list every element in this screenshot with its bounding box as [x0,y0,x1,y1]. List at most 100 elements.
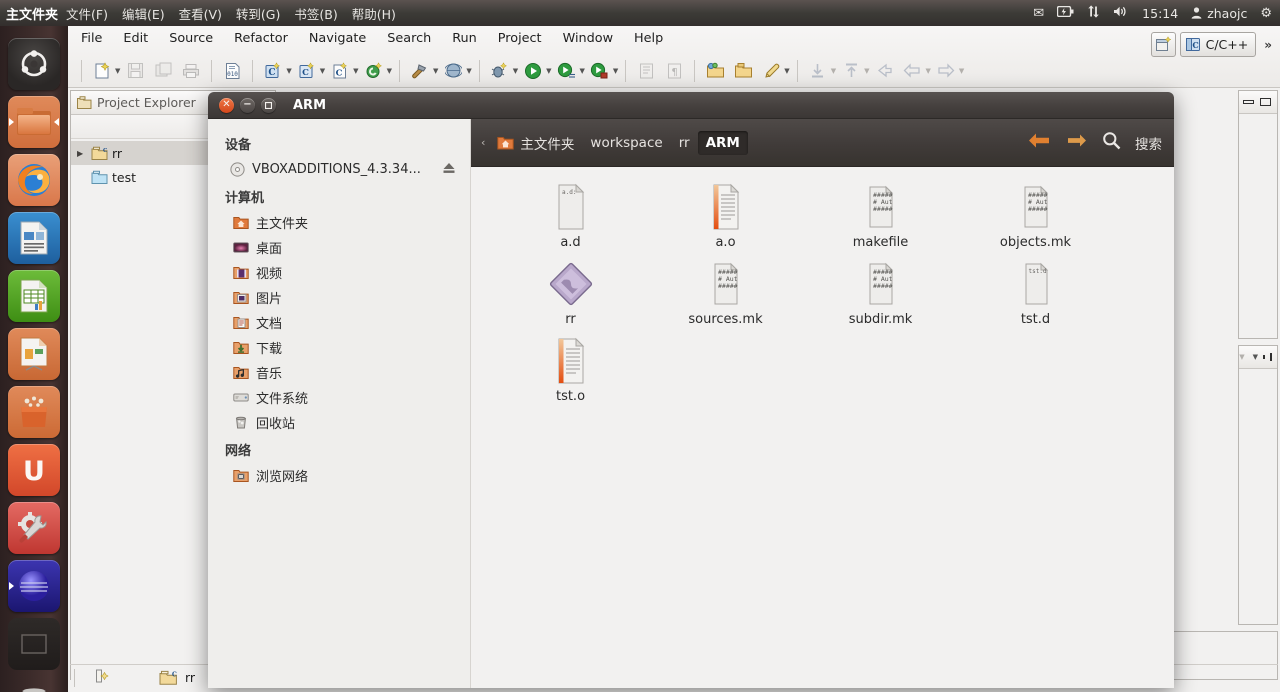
build-dropdown-icon[interactable]: ▼ [433,67,438,75]
new-class-dropdown-icon[interactable]: ▼ [387,67,392,75]
eclipse-menu-navigate[interactable]: Navigate [309,31,366,46]
new-c-project-button[interactable]: C [260,58,286,84]
run-dropdown-icon[interactable]: ▼ [546,67,551,75]
eclipse-menu-file[interactable]: File [81,31,102,46]
file-item-tst-d[interactable]: tst.d tst.d [958,260,1113,337]
menu-bookmarks[interactable]: 书签(B) [294,4,337,23]
minimize-view-icon[interactable] [1263,355,1265,359]
maximize-view-icon[interactable] [1270,353,1272,361]
new-c-project-dropdown-icon[interactable]: ▼ [286,67,291,75]
eject-icon[interactable] [442,161,456,179]
breadcrumb-overflow-icon[interactable]: ‹ [477,136,489,149]
binary-file-button[interactable]: 010 [219,58,245,84]
debug-dropdown-icon[interactable]: ▼ [513,67,518,75]
menu-help[interactable]: 帮助(H) [352,4,396,23]
eclipse-menu-search[interactable]: Search [387,31,431,46]
eclipse-menu-run[interactable]: Run [452,31,477,46]
launcher-item-ubuntu-software-center[interactable] [8,386,60,438]
launcher-item-eclipse[interactable] [8,560,60,612]
launcher-item-libreoffice-writer[interactable] [8,212,60,264]
eclipse-menu-refactor[interactable]: Refactor [234,31,288,46]
new-class-button[interactable] [361,58,387,84]
eclipse-menu-project[interactable]: Project [498,31,542,46]
launcher-item-system-settings[interactable] [8,502,60,554]
search-dropdown-icon[interactable]: ▼ [784,67,789,75]
volume-icon[interactable] [1113,5,1129,21]
run-history-dropdown-icon[interactable]: ▼ [580,67,585,75]
new-file-button[interactable] [89,58,115,84]
maximize-view-icon[interactable] [1260,98,1271,106]
external-tools-dropdown-icon[interactable]: ▼ [613,67,618,75]
close-window-button[interactable]: ✕ [219,97,234,113]
launcher-item-libreoffice-calc[interactable] [8,270,60,322]
minimize-window-button[interactable]: − [240,97,255,113]
file-item-tst-o[interactable]: tst.o [493,337,648,414]
launcher-item-ubuntu-dash[interactable] [8,38,60,90]
breadcrumb-rr[interactable]: rr [671,131,698,155]
breadcrumb-arm[interactable]: ARM [697,130,748,155]
envelope-icon[interactable]: ✉ [1033,7,1044,20]
menu-view[interactable]: 查看(V) [179,4,222,23]
run-button[interactable] [520,58,546,84]
sidebar-item-desktop[interactable]: 桌面 [208,235,470,260]
menu-file[interactable]: 文件(F) [66,4,108,23]
user-menu[interactable]: zhaojc [1191,6,1247,21]
open-resource-button[interactable] [702,58,728,84]
search-label[interactable]: 搜索 [1135,133,1162,153]
eclipse-menu-edit[interactable]: Edit [123,31,148,46]
sidebar-item-music[interactable]: 音乐 [208,360,470,385]
run-external-tools-button[interactable] [587,58,613,84]
launcher-item-ubuntu-one[interactable]: U [8,444,60,496]
sidebar-item-documents[interactable]: 文档 [208,310,470,335]
file-item-subdir-mk[interactable]: ##### # Aut ##### subdir.mk [803,260,958,337]
network-updown-icon[interactable] [1087,5,1100,21]
build-hammer-button[interactable] [407,58,433,84]
arrow-right-icon[interactable] [1065,132,1088,153]
sidebar-item-filesystem[interactable]: 文件系统 [208,385,470,410]
debug-button[interactable] [487,58,513,84]
gear-icon[interactable]: ⚙ [1260,7,1272,20]
sidebar-item-vboxadditions[interactable]: VBOXADDITIONS_4.3.34... [208,157,470,182]
minimize-view-icon[interactable] [1243,100,1254,104]
menu-go[interactable]: 转到(G) [236,4,280,23]
file-item-makefile[interactable]: ##### # Aut ##### makefile [803,183,958,260]
eclipse-menu-source[interactable]: Source [169,31,213,46]
run-history-button[interactable] [554,58,580,84]
battery-icon[interactable] [1056,5,1074,20]
new-cpp-project-dropdown-icon[interactable]: ▼ [320,67,325,75]
sidebar-item-downloads[interactable]: 下载 [208,335,470,360]
file-item-a-d[interactable]: a.d: a.d [493,183,648,260]
launcher-item-firefox[interactable] [8,154,60,206]
new-c-file-button[interactable]: C [327,58,353,84]
sidebar-item-home[interactable]: 主文件夹 [208,210,470,235]
new-file-dropdown-icon[interactable]: ▼ [115,67,120,75]
new-c-file-dropdown-icon[interactable]: ▼ [353,67,358,75]
clock[interactable]: 15:14 [1142,6,1178,21]
open-type-button[interactable] [730,58,756,84]
sidebar-item-browse-network[interactable]: 浏览网络 [208,463,470,488]
file-item-objects-mk[interactable]: ##### # Aut ##### objects.mk [958,183,1113,260]
launcher-item-trash[interactable] [8,676,60,692]
menu-edit[interactable]: 编辑(E) [122,4,165,23]
maximize-window-button[interactable] [261,97,276,113]
eclipse-menu-help[interactable]: Help [634,31,663,46]
search-button[interactable] [758,58,784,84]
breadcrumb-workspace[interactable]: workspace [582,131,670,155]
file-item-rr[interactable]: rr [493,260,648,337]
sidebar-item-trash[interactable]: 回收站 [208,410,470,435]
expand-arrow-icon[interactable]: ▶ [77,149,87,158]
search-icon[interactable] [1102,131,1121,154]
perspective-c-cpp-button[interactable]: C C/C++ [1179,32,1257,57]
file-item-a-o[interactable]: a.o [648,183,803,260]
new-cpp-project-button[interactable]: C [294,58,320,84]
sidebar-item-pictures[interactable]: 图片 [208,285,470,310]
open-perspective-button[interactable] [1150,32,1176,57]
view-menu-dropdown-icon[interactable]: ▼ [1239,353,1244,361]
launcher-item-libreoffice-impress[interactable] [8,328,60,380]
eclipse-menu-window[interactable]: Window [563,31,613,46]
arrow-left-icon[interactable] [1028,132,1051,153]
file-item-sources-mk[interactable]: ##### # Aut ##### sources.mk [648,260,803,337]
perspective-overflow-icon[interactable]: » [1264,38,1272,52]
new-view-dropdown-icon[interactable]: ▼ [1253,353,1258,361]
build-config-globe-button[interactable] [440,58,466,84]
